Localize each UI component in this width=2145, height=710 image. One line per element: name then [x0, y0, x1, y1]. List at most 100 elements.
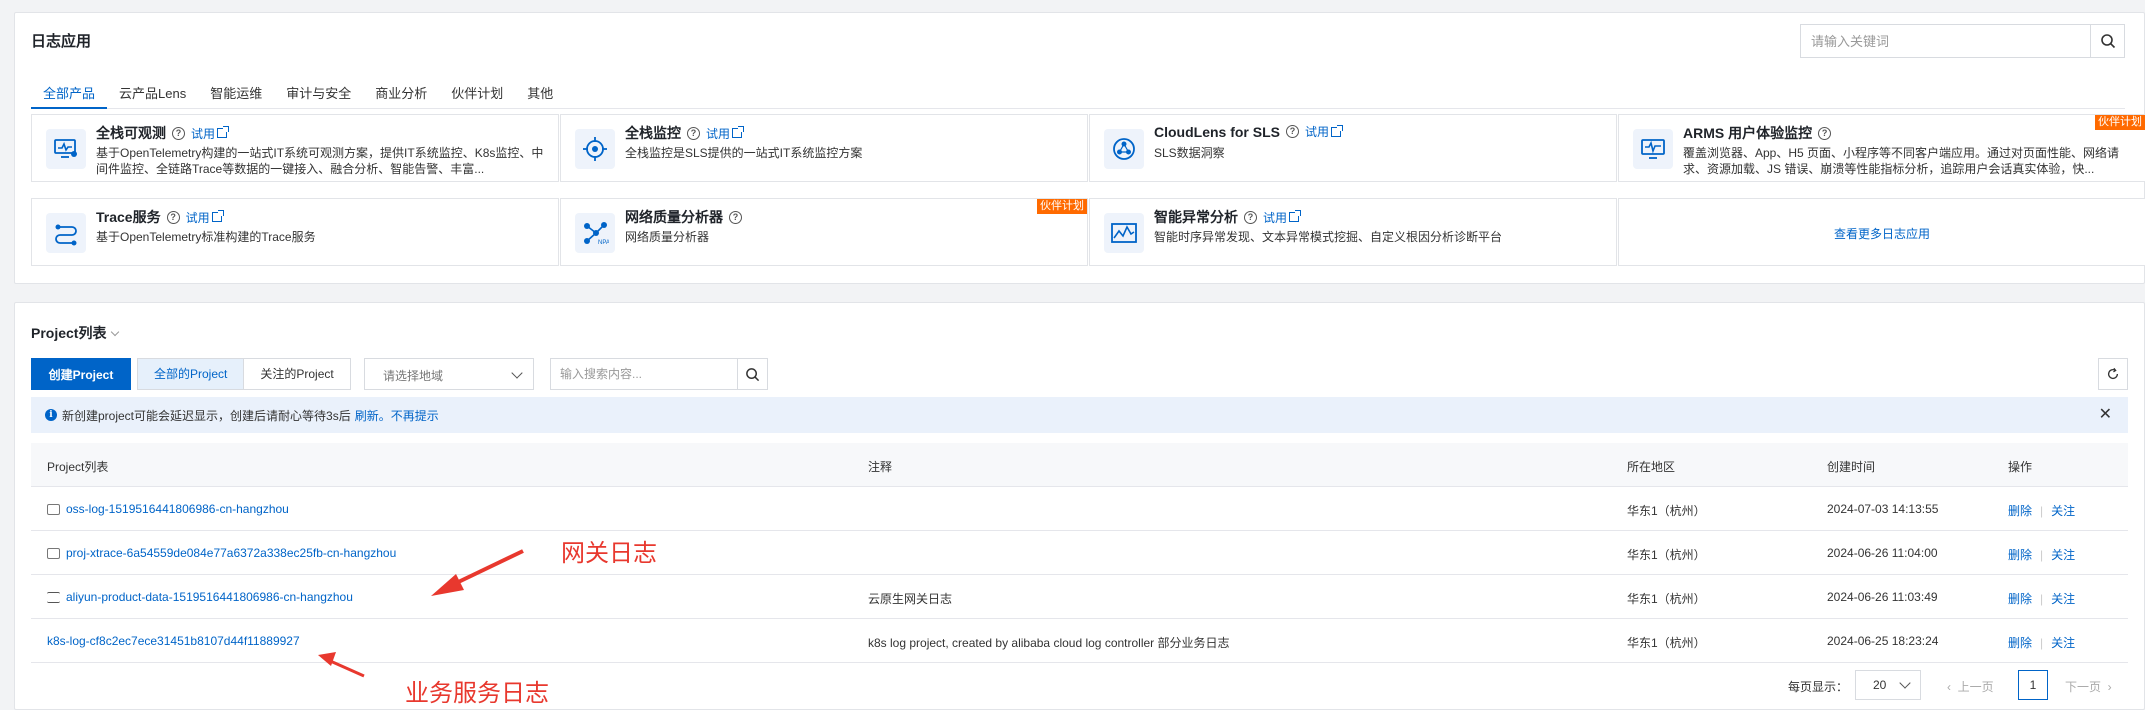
app-card-cloudlens-for-sls[interactable]: CloudLens for SLS ? 试用 SLS数据洞察: [1089, 114, 1617, 182]
tab-all-products[interactable]: 全部产品: [31, 73, 108, 109]
row-actions: 删除 | 关注: [2008, 504, 2076, 518]
card-description: 全栈监控是SLS提供的一站式IT系统监控方案: [625, 146, 863, 160]
follow-link[interactable]: 关注: [2051, 548, 2075, 562]
refresh-button[interactable]: [2098, 358, 2128, 390]
business-log-annotation: 业务服务日志: [405, 680, 549, 707]
info-icon: i: [45, 409, 57, 421]
help-icon[interactable]: ?: [729, 210, 742, 224]
create-project-button[interactable]: 创建Project: [31, 358, 131, 390]
project-link[interactable]: aliyun-product-data-1519516441806986-cn-…: [47, 590, 353, 604]
follow-link[interactable]: 关注: [2051, 592, 2075, 606]
chevron-down-icon[interactable]: [111, 327, 120, 336]
project-link[interactable]: k8s-log-cf8c2ec7ece31451b8107d44f1188992…: [47, 634, 300, 648]
network-icon: NPA: [575, 213, 615, 253]
trial-link[interactable]: 试用: [1305, 123, 1344, 140]
card-description: SLS数据洞察: [1154, 146, 1225, 160]
tab-business-analysis[interactable]: 商业分析: [363, 73, 439, 109]
page-size-label: 每页显示：: [1788, 680, 1849, 694]
page-number-button[interactable]: 1: [2018, 670, 2048, 700]
project-note: k8s log project, created by alibaba clou…: [868, 636, 1230, 650]
next-page-button[interactable]: 下一页 ›: [2065, 678, 2112, 695]
trial-link[interactable]: 试用: [186, 209, 224, 226]
app-card-full-stack-monitoring[interactable]: 全栈监控 ? 试用 全栈监控是SLS提供的一站式IT系统监控方案: [560, 114, 1088, 182]
delete-link[interactable]: 删除: [2008, 592, 2032, 606]
project-search-button[interactable]: [737, 359, 767, 389]
table-row: proj-xtrace-6a54559de084e77a6372a338ec25…: [31, 531, 2128, 575]
app-card-arms-user-experience[interactable]: ARMS 用户体验监控 ? 覆盖浏览器、App、H5 页面、小程序等不同客户端应…: [1618, 114, 2145, 182]
card-title: ARMS 用户体验监控: [1683, 125, 1813, 141]
follow-link[interactable]: 关注: [2051, 504, 2075, 518]
card-title: CloudLens for SLS: [1154, 123, 1280, 140]
external-link-icon: [217, 126, 230, 138]
delete-link[interactable]: 删除: [2008, 548, 2032, 562]
project-link[interactable]: oss-log-1519516441806986-cn-hangzhou: [47, 502, 289, 516]
filter-all-projects[interactable]: 全部的Project: [138, 359, 245, 389]
filter-followed-projects[interactable]: 关注的Project: [244, 359, 349, 389]
project-region: 华东1（杭州）: [1627, 504, 1706, 518]
card-title: 全栈监控: [625, 125, 681, 141]
refresh-icon: [2108, 367, 2119, 380]
column-header-note: 注释: [868, 460, 893, 474]
document-icon: [47, 547, 60, 559]
follow-link[interactable]: 关注: [2051, 636, 2075, 650]
tab-cloud-lens[interactable]: 云产品Lens: [107, 73, 198, 109]
view-more-apps-card[interactable]: 查看更多日志应用: [1618, 198, 2145, 266]
partner-badge: 伙伴计划: [1037, 199, 1087, 214]
app-card-intelligent-anomaly-analysis[interactable]: 智能异常分析 ? 试用 智能时序异常发现、文本异常模式挖掘、自定义根因分析诊断平…: [1089, 198, 1617, 266]
help-icon[interactable]: ?: [687, 126, 700, 140]
tab-other[interactable]: 其他: [515, 73, 565, 109]
prev-page-button[interactable]: ‹ 上一页: [1947, 678, 1994, 695]
help-icon[interactable]: ?: [1818, 126, 1832, 140]
project-created-time: 2024-06-26 11:03:49: [1827, 590, 1938, 604]
project-region: 华东1（杭州）: [1627, 636, 1706, 650]
app-card-trace-service[interactable]: Trace服务 ? 试用 基于OpenTelemetry标准构建的Trace服务: [31, 198, 559, 266]
row-actions: 删除 | 关注: [2008, 592, 2076, 606]
region-select[interactable]: 请选择地域: [364, 358, 534, 390]
anomaly-icon: [1104, 213, 1144, 253]
delete-link[interactable]: 删除: [2008, 636, 2032, 650]
log-apps-panel: 日志应用 全部产品 云产品Lens 智能运维 审计与安全 商业分析 伙伴计划 其…: [14, 12, 2145, 284]
delete-link[interactable]: 删除: [2008, 504, 2032, 518]
trial-link[interactable]: 试用: [706, 125, 745, 142]
column-header-actions: 操作: [2008, 460, 2033, 474]
trial-link[interactable]: 试用: [1263, 209, 1302, 226]
view-more-apps-link[interactable]: 查看更多日志应用: [1619, 225, 2145, 242]
tab-aiops[interactable]: 智能运维: [198, 73, 274, 109]
card-description: 基于OpenTelemetry构建的一站式IT系统可观测方案，提供IT系统监控、…: [96, 146, 544, 176]
target-icon: [575, 129, 615, 169]
help-icon[interactable]: ?: [172, 126, 185, 140]
project-table: Project列表 注释 所在地区 创建时间 操作 oss-log-151951…: [31, 443, 2128, 663]
project-created-time: 2024-06-25 18:23:24: [1827, 634, 1939, 648]
column-header-project: Project列表: [47, 460, 109, 474]
project-search-input[interactable]: [551, 359, 737, 389]
monitor-icon: [46, 129, 86, 169]
card-description: 基于OpenTelemetry标准构建的Trace服务: [96, 230, 316, 244]
help-icon[interactable]: ?: [166, 210, 180, 224]
notice-dismiss-link[interactable]: 不再提示: [391, 407, 439, 424]
help-icon[interactable]: ?: [1244, 210, 1257, 224]
tab-audit-security[interactable]: 审计与安全: [274, 73, 363, 109]
project-note: 云原生网关日志: [868, 592, 953, 606]
column-header-created: 创建时间: [1827, 460, 1876, 474]
cluster-icon: [1104, 129, 1144, 169]
tab-partner-program[interactable]: 伙伴计划: [439, 73, 515, 109]
app-card-network-quality-analyzer[interactable]: NPA 网络质量分析器 ? 网络质量分析器 伙伴计划: [560, 198, 1088, 266]
notice-refresh-link[interactable]: 刷新: [355, 407, 379, 424]
external-link-icon: [211, 210, 224, 222]
svg-text:NPA: NPA: [598, 240, 609, 246]
project-list-title: Project列表: [31, 325, 107, 341]
row-actions: 删除 | 关注: [2008, 636, 2076, 650]
search-icon: [746, 367, 760, 381]
help-icon[interactable]: ?: [1286, 125, 1299, 138]
project-region: 华东1（杭州）: [1627, 592, 1706, 606]
page-size-select[interactable]: 20: [1855, 670, 1921, 700]
app-card-full-stack-observability[interactable]: 全栈可观测 ? 试用 基于OpenTelemetry构建的一站式IT系统可观测方…: [31, 114, 559, 182]
card-description: 网络质量分析器: [625, 230, 710, 244]
table-row: aliyun-product-data-1519516441806986-cn-…: [31, 575, 2128, 619]
app-search-button[interactable]: [2090, 25, 2124, 57]
close-icon[interactable]: ✕: [2099, 407, 2112, 423]
project-link[interactable]: proj-xtrace-6a54559de084e77a6372a338ec25…: [47, 546, 396, 560]
trial-link[interactable]: 试用: [191, 125, 230, 142]
app-search-input[interactable]: [1801, 25, 2090, 57]
gateway-log-annotation: 网关日志: [561, 540, 657, 567]
